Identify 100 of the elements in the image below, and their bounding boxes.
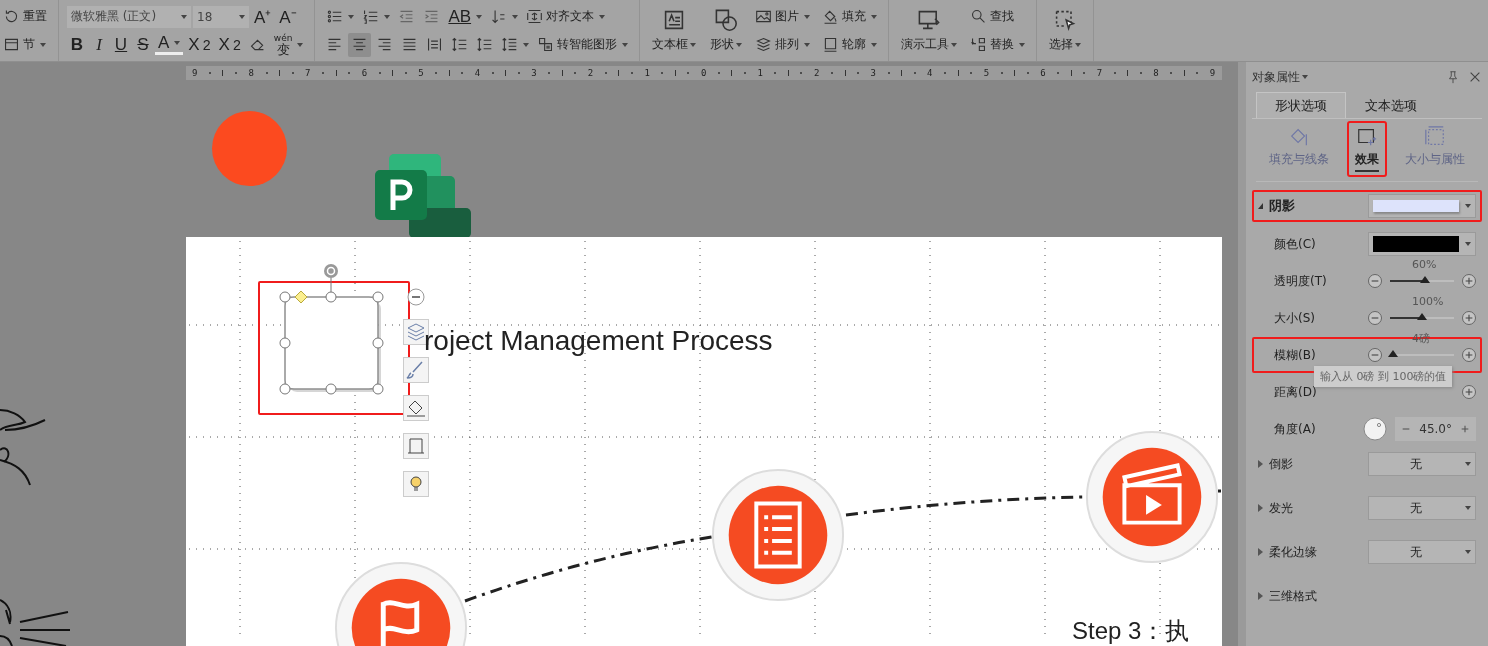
tab[interactable]: 形状选项: [1256, 92, 1346, 118]
tab[interactable]: 文本选项: [1346, 92, 1436, 118]
increase-button[interactable]: [1462, 311, 1476, 325]
lightbulb-icon[interactable]: [403, 471, 429, 497]
caret-icon: [736, 42, 743, 47]
format-button[interactable]: A⁻: [276, 4, 300, 29]
ruler-number: 2: [814, 68, 820, 78]
toolbar-button[interactable]: 转智能图形: [534, 32, 632, 57]
format-button[interactable]: A: [155, 34, 184, 55]
toolbar-button[interactable]: 替换: [967, 32, 1029, 57]
text-direction-button[interactable]: AB: [445, 4, 486, 29]
toolbar-button[interactable]: 查找: [967, 4, 1018, 29]
section-header[interactable]: 发光 无: [1252, 492, 1482, 524]
ruler-number: 4: [927, 68, 933, 78]
ruler-number: 5: [983, 68, 990, 78]
slide-title: roject Management Process: [424, 325, 773, 357]
presenter-icon: [917, 8, 942, 32]
ruler-number: 0: [700, 68, 707, 78]
format-button[interactable]: I: [89, 32, 109, 57]
reset-icon: [3, 8, 20, 25]
caret-icon: [1465, 242, 1471, 246]
panel-title[interactable]: 对象属性: [1252, 68, 1308, 86]
toolbar-button[interactable]: 演示工具: [897, 2, 962, 59]
pin-icon[interactable]: [1446, 70, 1460, 84]
caret-icon: [40, 42, 46, 47]
selection-handles-drawing[interactable]: [279, 264, 384, 395]
ruler-number: 7: [1096, 68, 1103, 78]
spacing-after-icon: [476, 36, 494, 53]
phonetic-guide-button[interactable]: wén 变: [270, 32, 307, 57]
dropdown[interactable]: 无: [1368, 496, 1476, 520]
toolbar-button[interactable]: 填充: [819, 4, 881, 29]
collapse-icon[interactable]: [406, 287, 426, 307]
toolbar-button[interactable]: 文本框: [648, 2, 701, 59]
caret-icon: [297, 42, 304, 47]
section-header[interactable]: 三维格式: [1252, 580, 1482, 612]
dropdown[interactable]: 无: [1368, 452, 1476, 476]
angle-spinner[interactable]: 45.0°: [1395, 417, 1476, 441]
caret-icon: [348, 14, 355, 19]
shadow-preset-dropdown[interactable]: [1368, 194, 1476, 218]
replace-icon: [970, 36, 988, 53]
increase-button[interactable]: [1462, 348, 1476, 362]
subtab[interactable]: 效果: [1347, 121, 1387, 177]
plus-icon[interactable]: [1460, 424, 1470, 434]
increase-button[interactable]: [1462, 385, 1476, 399]
toolbar-button[interactable]: 选择: [1045, 2, 1086, 59]
toolbar-button[interactable]: 形状: [706, 2, 747, 59]
caret-icon: [1075, 42, 1082, 47]
decrease-button[interactable]: [1368, 274, 1382, 288]
select-icon: [1053, 8, 1078, 32]
plus-icon: [1464, 350, 1474, 360]
fill-icon[interactable]: [403, 395, 429, 421]
caret-icon: [951, 42, 958, 47]
caret-icon: [384, 14, 391, 19]
decrease-button[interactable]: [1368, 348, 1382, 362]
increase-button[interactable]: [1462, 274, 1476, 288]
caret-icon: [239, 14, 245, 19]
font-size-field[interactable]: 18: [193, 5, 249, 28]
toolbar-button[interactable]: 轮廓: [819, 32, 881, 57]
dropdown[interactable]: 无: [1368, 540, 1476, 564]
section-header[interactable]: 阴影: [1252, 190, 1482, 222]
plus-icon: [1464, 313, 1474, 323]
caret-icon: [1465, 506, 1471, 510]
format-button[interactable]: B: [67, 32, 87, 57]
format-button[interactable]: U: [111, 32, 131, 57]
decrease-button[interactable]: [1368, 311, 1382, 325]
toolbar-button[interactable]: 对齐文本: [523, 4, 609, 29]
ruler-number: 3: [531, 68, 537, 78]
smart-art-icon: [537, 36, 555, 53]
section-header[interactable]: 柔化边缘 无: [1252, 536, 1482, 568]
section-header[interactable]: 倒影 无: [1252, 448, 1482, 480]
align-center-button[interactable]: [348, 32, 372, 57]
ruler-number: 1: [757, 68, 763, 78]
brush-icon[interactable]: [403, 357, 429, 383]
color-dropdown[interactable]: [1368, 232, 1476, 256]
close-icon[interactable]: [1468, 70, 1482, 84]
shape-icon: [714, 8, 739, 32]
align-text-icon: [526, 8, 544, 25]
eraser-icon: [248, 36, 266, 53]
slider-thumb[interactable]: [1388, 350, 1399, 357]
toolbar-button[interactable]: 节: [0, 32, 49, 57]
toolbar-button[interactable]: 排列: [752, 32, 814, 57]
toolbar-button[interactable]: 图片: [752, 4, 814, 29]
frame-icon[interactable]: [403, 433, 429, 459]
format-button[interactable]: A⁺: [251, 4, 275, 29]
font-field[interactable]: 微软雅黑 (正文): [67, 5, 191, 28]
size-icon: [1424, 126, 1446, 148]
ruler-number: 1: [644, 68, 650, 78]
angle-dial-icon[interactable]: [1363, 417, 1388, 441]
caret-icon: [871, 42, 878, 47]
rounded-square-shape[interactable]: [284, 296, 381, 392]
tooltip: 输入从 0磅 到 100磅的值: [1314, 366, 1453, 387]
toolbar-button[interactable]: 重置: [0, 4, 50, 29]
slider-thumb[interactable]: [1420, 276, 1431, 283]
caret-icon: [1302, 75, 1308, 79]
project-app-icon[interactable]: [375, 154, 471, 238]
caret-icon: [512, 14, 519, 19]
caret-icon: [174, 41, 181, 45]
slider-thumb[interactable]: [1417, 313, 1427, 320]
caret-icon: [1465, 204, 1471, 208]
format-button[interactable]: S: [133, 32, 153, 57]
